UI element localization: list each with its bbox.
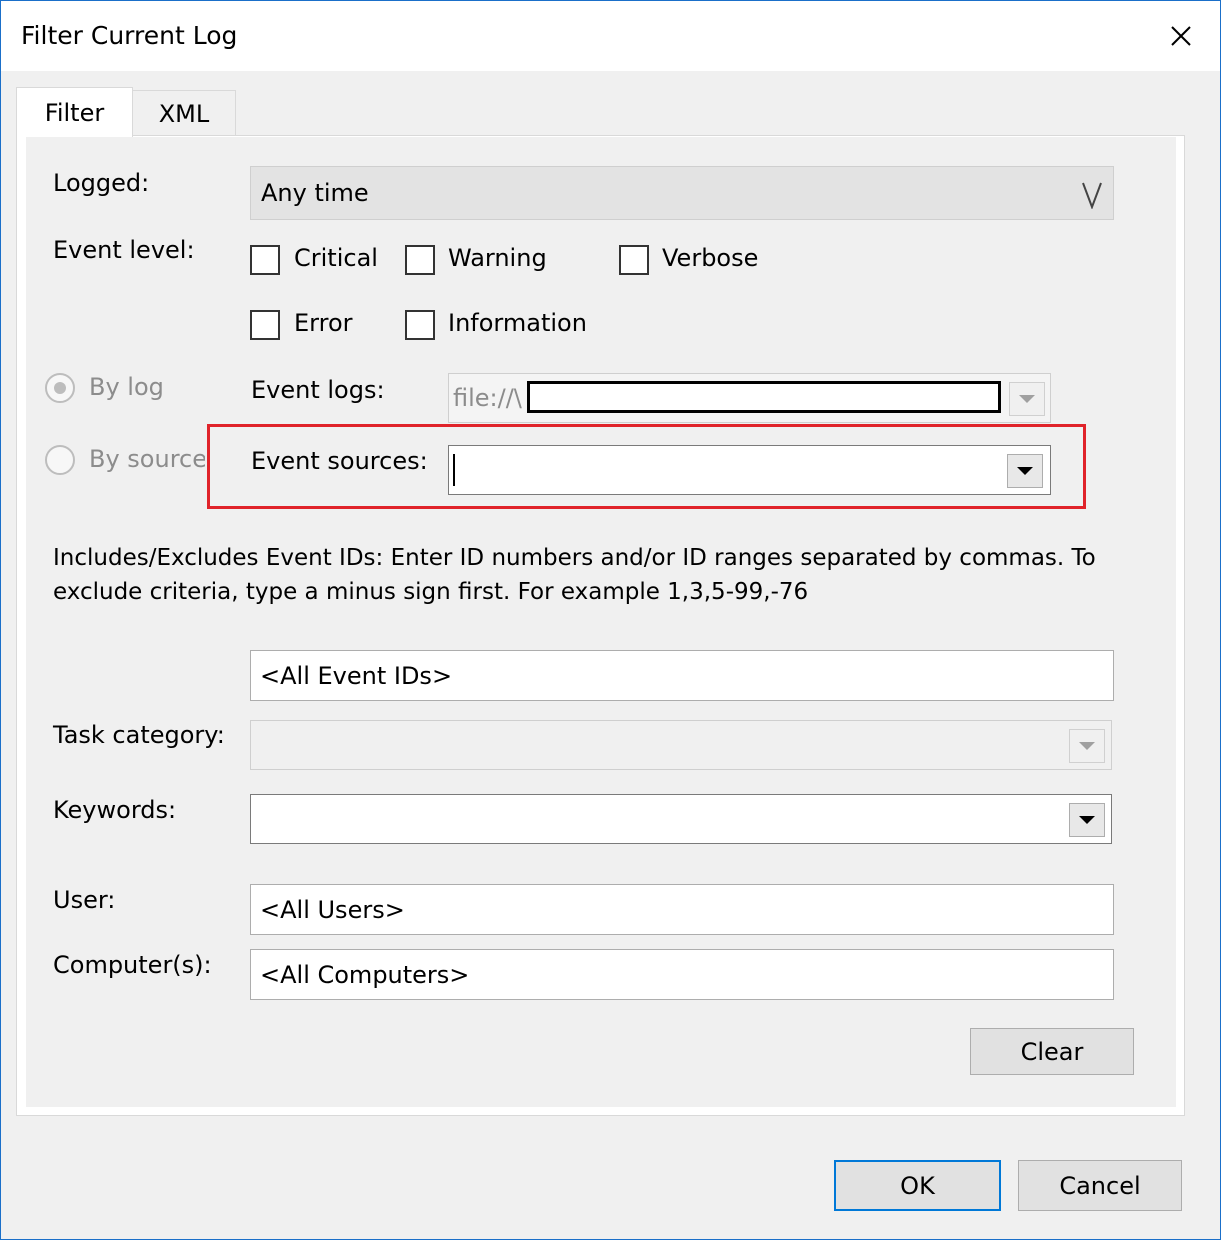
task-category-dropdown-arrow[interactable] (1069, 729, 1105, 763)
close-button[interactable] (1151, 11, 1211, 61)
event-ids-description: Includes/Excludes Event IDs: Enter ID nu… (53, 545, 1096, 605)
chevron-down-icon (1082, 182, 1102, 209)
by-log-radio[interactable] (45, 373, 75, 403)
user-input[interactable]: <All Users> (250, 884, 1114, 935)
keywords-dropdown-arrow[interactable] (1069, 803, 1105, 837)
filter-dialog: Filter Current Log Filter XML Logged: An… (0, 0, 1221, 1240)
redacted-path (527, 381, 1001, 413)
dropdown-arrow-icon (1079, 742, 1095, 750)
dropdown-arrow-icon (1019, 395, 1035, 403)
cancel-button[interactable]: Cancel (1018, 1160, 1182, 1211)
critical-checkbox[interactable] (250, 245, 280, 275)
information-checkbox[interactable] (405, 310, 435, 340)
event-logs-dropdown-arrow[interactable] (1009, 382, 1045, 416)
event-ids-input[interactable]: <All Event IDs> (250, 650, 1114, 701)
user-label: User: (53, 886, 116, 914)
tab-strip: Filter XML (1, 71, 1220, 137)
dropdown-arrow-icon (1017, 467, 1033, 475)
computers-input[interactable]: <All Computers> (250, 949, 1114, 1000)
logged-dropdown[interactable]: Any time (250, 166, 1114, 220)
dialog-title: Filter Current Log (21, 21, 238, 50)
event-level-label: Event level: (53, 236, 195, 264)
by-source-radio[interactable] (45, 445, 75, 475)
error-checkbox[interactable] (250, 310, 280, 340)
by-source-label: By source (89, 445, 205, 473)
logged-value: Any time (261, 179, 369, 207)
task-category-dropdown[interactable] (250, 720, 1112, 770)
logged-label: Logged: (53, 169, 150, 197)
ok-button[interactable]: OK (834, 1160, 1001, 1211)
title-bar: Filter Current Log (1, 1, 1220, 71)
task-category-label: Task category: (53, 721, 225, 749)
event-sources-dropdown-arrow[interactable] (1007, 454, 1043, 488)
critical-label: Critical (294, 244, 378, 272)
warning-label: Warning (448, 244, 547, 272)
tab-xml[interactable]: XML (133, 90, 236, 136)
dropdown-arrow-icon (1079, 816, 1095, 824)
warning-checkbox[interactable] (405, 245, 435, 275)
close-icon (1171, 26, 1191, 46)
event-logs-dropdown[interactable]: file://\ (448, 373, 1051, 423)
verbose-label: Verbose (662, 244, 759, 272)
text-cursor (453, 454, 455, 486)
verbose-checkbox[interactable] (619, 245, 649, 275)
clear-button[interactable]: Clear (970, 1028, 1134, 1075)
keywords-dropdown[interactable] (250, 794, 1112, 844)
tab-filter[interactable]: Filter (16, 87, 133, 137)
radio-selected-dot (54, 382, 66, 394)
event-logs-value: file://\ (453, 384, 522, 412)
computers-label: Computer(s): (53, 951, 212, 979)
error-label: Error (294, 309, 353, 337)
event-logs-label: Event logs: (251, 376, 385, 404)
event-sources-dropdown[interactable] (448, 445, 1051, 495)
information-label: Information (448, 309, 587, 337)
by-log-label: By log (89, 373, 164, 401)
event-sources-label: Event sources: (251, 447, 428, 475)
keywords-label: Keywords: (53, 796, 177, 824)
